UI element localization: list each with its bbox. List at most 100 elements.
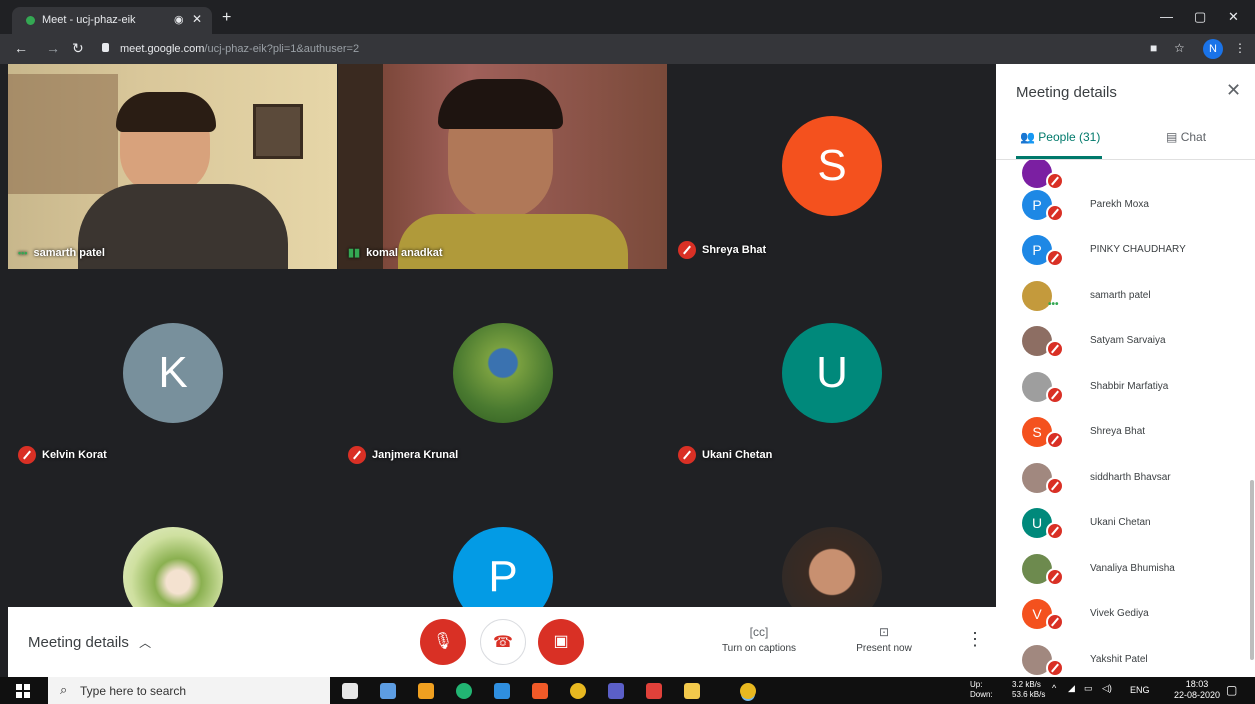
video-tile[interactable]: Janjmera Krunal [338, 269, 667, 474]
video-tile[interactable]: K Kelvin Korat [8, 269, 337, 474]
tile-name-label: Kelvin Korat [18, 446, 107, 464]
tile-name: Kelvin Korat [42, 449, 107, 461]
net-up: 3.2 kB/s [1012, 680, 1041, 689]
mic-off-icon [678, 446, 696, 464]
participant-row[interactable]: S Shreya Bhat [996, 411, 1246, 455]
tile-name: Shreya Bhat [702, 244, 767, 256]
chrome-menu-icon[interactable]: ⋮ [1234, 41, 1246, 55]
minimize-icon[interactable]: — [1160, 9, 1173, 24]
mic-off-icon [1046, 613, 1064, 631]
leave-call-button[interactable]: ☎ [480, 619, 526, 665]
tile-name-label: ••• samarth patel [18, 247, 105, 259]
participant-photo [123, 527, 223, 607]
brave-icon[interactable] [532, 683, 548, 699]
notifications-icon[interactable]: ▢ [1226, 683, 1237, 697]
cc-icon: [cc] [749, 625, 769, 639]
mic-off-icon [1046, 431, 1064, 449]
participant-row[interactable]: Vanaliya Bhumisha [996, 548, 1246, 592]
camera-indicator-icon[interactable]: ■ [1150, 41, 1157, 55]
tab-people[interactable]: 👥 People (31) [1020, 130, 1100, 144]
store-icon[interactable] [342, 683, 358, 699]
tile-name-label: Janjmera Krunal [348, 446, 458, 464]
battery-icon[interactable]: ▭ [1084, 683, 1093, 694]
back-icon[interactable]: ← [14, 40, 28, 56]
vscode-icon[interactable] [494, 683, 510, 699]
participant-row[interactable]: P Parekh Moxa [996, 184, 1246, 228]
network-icon[interactable]: ◢ [1068, 683, 1075, 694]
video-tile[interactable] [8, 474, 337, 607]
taskbar-clock[interactable]: 18:03 22-08-2020 [1174, 679, 1220, 701]
address-bar[interactable]: meet.google.com/ucj-phaz-eik?pli=1&authu… [96, 38, 1136, 60]
new-tab-icon[interactable]: + [222, 9, 231, 27]
participant-row[interactable]: siddharth Bhavsar [996, 457, 1246, 501]
camera-toggle-button[interactable]: ▣ [538, 619, 584, 665]
url-host: meet.google.com [120, 43, 205, 55]
people-list: P Parekh Moxa P PINKY CHAUDHARY ••• samarth p… [996, 160, 1255, 677]
forward-icon[interactable]: → [46, 40, 60, 56]
mic-off-icon [1046, 477, 1064, 495]
people-tab-label: People (31) [1038, 130, 1101, 144]
video-tile[interactable]: ▮▮ komal anadkat [338, 64, 667, 269]
speaking-dots-icon: ••• [1048, 299, 1059, 310]
participant-row[interactable]: Shabbir Marfatiya [996, 366, 1246, 410]
captions-label: Turn on captions [721, 643, 797, 654]
mic-off-icon [1046, 522, 1064, 540]
net-up-label: Up: [970, 680, 983, 689]
reload-icon[interactable]: ↻ [72, 40, 84, 57]
anydesk-icon[interactable] [646, 683, 662, 699]
chat-icon: ▤ [1166, 130, 1178, 144]
video-tile[interactable]: P [338, 474, 667, 607]
meeting-details-button[interactable]: Meeting details ︿ [28, 634, 151, 651]
mic-off-icon [1046, 659, 1064, 677]
bookmark-star-icon[interactable]: ☆ [1174, 41, 1185, 55]
participant-row[interactable]: V Vivek Gediya [996, 593, 1246, 637]
taskbar-search-box[interactable]: ⌕ Type here to search [48, 677, 330, 704]
participant-row[interactable]: Satyam Sarvaiya [996, 320, 1246, 364]
camera-off-icon: ▣ [553, 633, 569, 650]
file-explorer-icon[interactable] [684, 683, 700, 699]
recording-indicator-icon: ◉ [174, 14, 184, 26]
mic-toggle-button[interactable]: 🎙 [420, 619, 466, 665]
participant-name: Parekh Moxa [1090, 199, 1149, 210]
close-panel-icon[interactable]: ✕ [1226, 80, 1241, 101]
tab-chat[interactable]: ▤ Chat [1166, 130, 1206, 144]
url-path: /ucj-phaz-eik?pli=1&authuser=2 [204, 43, 360, 55]
mic-off-icon [348, 446, 366, 464]
sublime-icon[interactable] [418, 683, 434, 699]
window-close-icon[interactable]: ✕ [1228, 9, 1239, 25]
teams-icon[interactable] [608, 683, 624, 699]
chrome-icon[interactable] [570, 683, 586, 699]
tab-close-icon[interactable]: ✕ [192, 12, 202, 26]
show-hidden-icons-icon[interactable]: ^ [1052, 683, 1056, 693]
video-tile[interactable]: ••• samarth patel [8, 64, 337, 269]
participant-row[interactable]: Yakshit Patel [996, 639, 1246, 677]
participant-row[interactable]: P PINKY CHAUDHARY [996, 229, 1246, 273]
participant-row[interactable]: U Ukani Chetan [996, 502, 1246, 546]
video-tile[interactable]: U Ukani Chetan [668, 269, 996, 474]
chrome-active-icon[interactable] [740, 683, 756, 699]
participant-row[interactable]: ••• samarth patel [996, 275, 1246, 319]
participant-avatar: U [782, 323, 882, 423]
participant-avatar: P [453, 527, 553, 607]
browser-tab[interactable]: Meet - ucj-phaz-eik ◉ ✕ [12, 7, 212, 34]
more-options-icon[interactable]: ⋮ [966, 629, 984, 650]
clock-time: 18:03 [1185, 679, 1209, 689]
windows-start-icon[interactable] [16, 684, 30, 698]
language-indicator[interactable]: ENG [1130, 685, 1150, 695]
captions-button[interactable]: [cc] Turn on captions [714, 625, 804, 654]
background-cabinet [8, 74, 118, 194]
app-icon[interactable] [456, 683, 472, 699]
restore-icon[interactable]: ▢ [1194, 9, 1206, 25]
present-now-button[interactable]: ⊡ Present now [844, 625, 924, 654]
panel-scrollbar[interactable] [1250, 480, 1254, 660]
video-tile[interactable]: S Shreya Bhat [668, 64, 996, 269]
background-door [338, 64, 383, 269]
meeting-details-panel: Meeting details ✕ 👥 People (31) ▤ Chat P… [996, 64, 1255, 677]
file-icon[interactable] [380, 683, 396, 699]
chevron-up-icon: ︿ [139, 636, 152, 650]
tile-name: Ukani Chetan [702, 449, 773, 461]
profile-avatar[interactable]: N [1203, 39, 1223, 59]
video-tile[interactable] [668, 474, 996, 607]
mic-off-icon [1046, 386, 1064, 404]
volume-icon[interactable]: ◁) [1102, 683, 1112, 694]
